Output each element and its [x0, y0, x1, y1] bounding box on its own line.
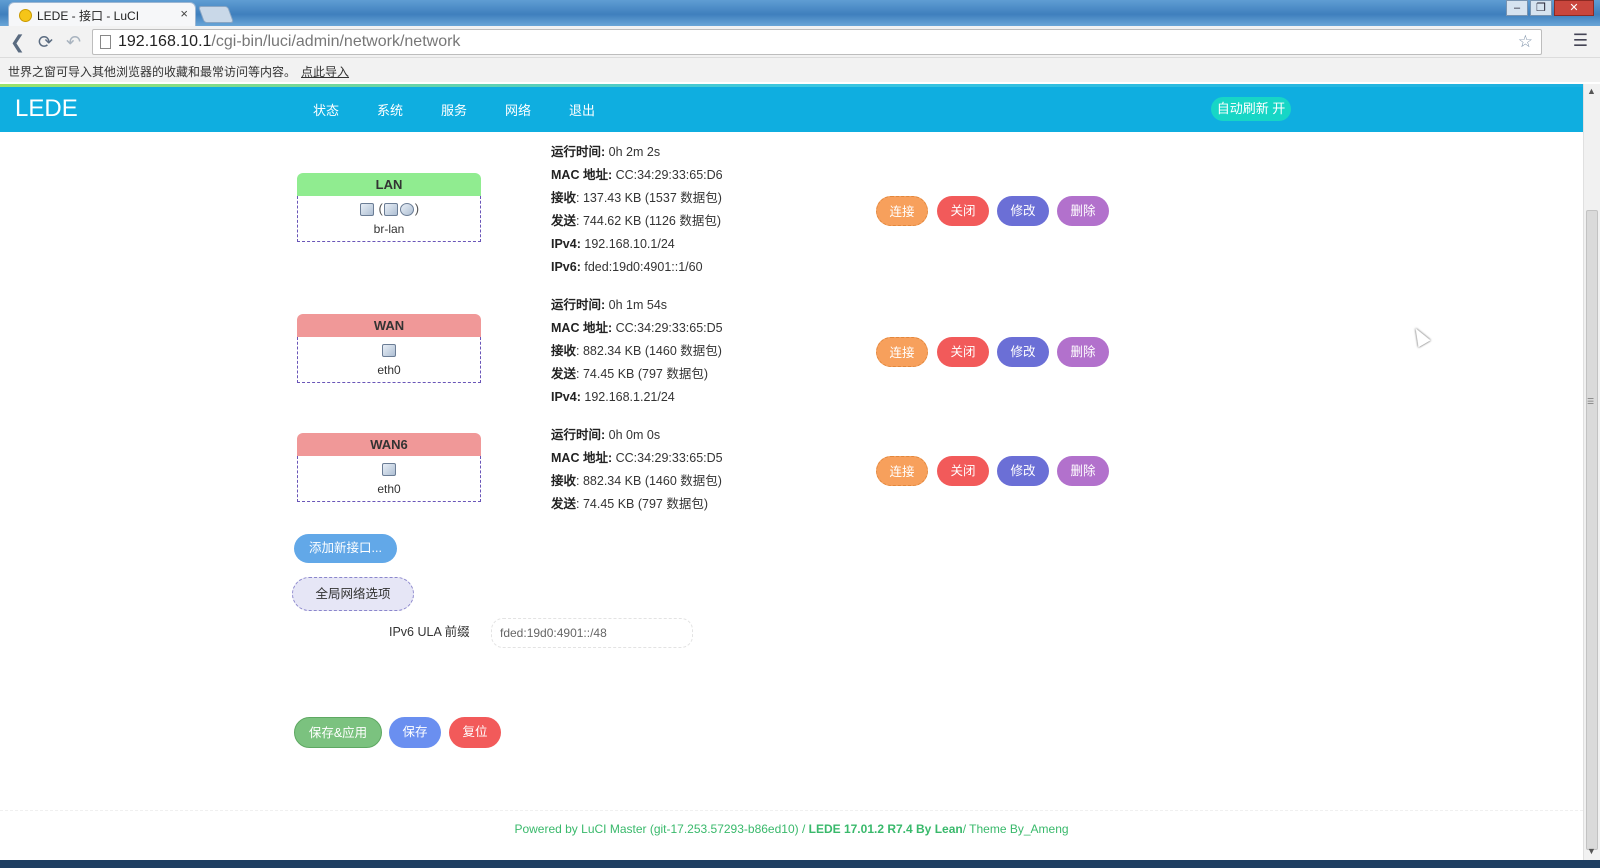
- os-taskbar: [0, 860, 1600, 868]
- interface-stats-lan: 运行时间: 0h 2m 2s MAC 地址: CC:34:29:33:65:D6…: [551, 145, 723, 274]
- page-scrollbar[interactable]: ▲ ☰ ▼: [1583, 84, 1600, 860]
- save-button[interactable]: 保存: [389, 717, 441, 748]
- scroll-grip-icon: ☰: [1587, 397, 1595, 406]
- browser-tab[interactable]: LEDE - 接口 - LuCI ×: [8, 2, 196, 26]
- undo-icon[interactable]: ↶: [66, 32, 81, 53]
- menu-icon[interactable]: ☰: [1573, 31, 1588, 51]
- bookmark-import-link[interactable]: 点此导入: [301, 63, 349, 80]
- minimize-icon[interactable]: –: [1506, 0, 1528, 16]
- interface-device-icons: [298, 456, 480, 482]
- luci-header: LEDE 状态 系统 服务 网络 退出 自动刷新 开: [0, 87, 1583, 132]
- lan-edit-button[interactable]: 修改: [997, 196, 1049, 226]
- wan6-connect-button[interactable]: 连接: [876, 456, 928, 486]
- interface-body: eth0: [297, 337, 481, 383]
- wireless-icon: [399, 203, 414, 217]
- add-interface-button[interactable]: 添加新接口...: [294, 534, 397, 563]
- interface-name: WAN6: [297, 433, 481, 456]
- interface-card-wan6: WAN6 eth0: [297, 433, 481, 502]
- footer-lede-version[interactable]: LEDE 17.01.2 R7.4 By Lean: [809, 822, 963, 836]
- interface-body: eth0: [297, 456, 481, 502]
- interface-card-wan: WAN eth0: [297, 314, 481, 383]
- interface-device: eth0: [377, 482, 401, 496]
- wan-connect-button[interactable]: 连接: [876, 337, 928, 367]
- interface-name: WAN: [297, 314, 481, 337]
- ethernet-icon: [382, 463, 396, 477]
- interface-body: () br-lan: [297, 196, 481, 242]
- browser-titlebar: LEDE - 接口 - LuCI × – ❐ ✕: [0, 0, 1600, 26]
- ethernet-icon: [383, 203, 398, 217]
- tab-title: LEDE - 接口 - LuCI: [37, 9, 140, 23]
- lan-connect-button[interactable]: 连接: [876, 196, 928, 226]
- wan-delete-button[interactable]: 删除: [1057, 337, 1109, 367]
- favicon-icon: [19, 9, 32, 22]
- footer-powered: Powered by LuCI Master (git-17.253.57293…: [514, 822, 809, 836]
- lan-delete-button[interactable]: 删除: [1057, 196, 1109, 226]
- footer-divider: [0, 810, 1583, 811]
- bookmark-import-message: 世界之窗可导入其他浏览器的收藏和最常访问等内容。: [8, 65, 297, 79]
- page-footer: Powered by LuCI Master (git-17.253.57293…: [0, 822, 1583, 836]
- lan-close-button[interactable]: 关闭: [937, 196, 989, 226]
- reload-icon[interactable]: ⟳: [38, 32, 53, 53]
- scroll-up-icon[interactable]: ▲: [1587, 86, 1596, 96]
- footer-theme: / Theme By_Ameng: [962, 822, 1069, 836]
- interface-device: eth0: [377, 363, 401, 377]
- wan-edit-button[interactable]: 修改: [997, 337, 1049, 367]
- interface-device-icons: (): [298, 196, 480, 222]
- interface-card-lan: LAN () br-lan: [297, 173, 481, 242]
- mouse-cursor-icon: [1409, 324, 1431, 348]
- global-network-options-button[interactable]: 全局网络选项: [292, 577, 414, 611]
- new-tab-button[interactable]: [197, 6, 235, 23]
- switch-icon: [359, 203, 374, 217]
- window-close-icon[interactable]: ✕: [1554, 0, 1594, 16]
- nav-status[interactable]: 状态: [313, 100, 339, 119]
- scroll-down-icon[interactable]: ▼: [1587, 846, 1596, 856]
- interface-stats-wan: 运行时间: 0h 1m 54s MAC 地址: CC:34:29:33:65:D…: [551, 298, 723, 404]
- save-apply-button[interactable]: 保存&应用: [294, 717, 382, 748]
- address-bar[interactable]: 192.168.10.1/cgi-bin/luci/admin/network/…: [92, 29, 1542, 55]
- wan6-edit-button[interactable]: 修改: [997, 456, 1049, 486]
- tab-close-icon[interactable]: ×: [180, 6, 188, 21]
- nav-logout[interactable]: 退出: [569, 100, 595, 119]
- back-icon[interactable]: ❮: [10, 32, 25, 53]
- auto-refresh-toggle[interactable]: 自动刷新 开: [1211, 97, 1291, 121]
- interface-name: LAN: [297, 173, 481, 196]
- wan-close-button[interactable]: 关闭: [937, 337, 989, 367]
- window-controls: – ❐ ✕: [1504, 0, 1594, 16]
- reset-button[interactable]: 复位: [449, 717, 501, 748]
- ethernet-icon: [382, 344, 396, 358]
- wan6-delete-button[interactable]: 删除: [1057, 456, 1109, 486]
- nav-system[interactable]: 系统: [377, 100, 403, 119]
- wan6-close-button[interactable]: 关闭: [937, 456, 989, 486]
- url-text: 192.168.10.1/cgi-bin/luci/admin/network/…: [118, 33, 461, 50]
- page-icon: [100, 35, 111, 49]
- interface-device: br-lan: [373, 222, 405, 236]
- restore-icon[interactable]: ❐: [1530, 0, 1552, 16]
- ipv6-ula-label: IPv6 ULA 前缀: [389, 625, 470, 639]
- browser-toolbar: ❮ ⟳ ↶ 192.168.10.1/cgi-bin/luci/admin/ne…: [0, 26, 1600, 58]
- brand-logo[interactable]: LEDE: [15, 95, 78, 123]
- nav-network[interactable]: 网络: [505, 100, 531, 119]
- bookmark-bar: 世界之窗可导入其他浏览器的收藏和最常访问等内容。 点此导入: [0, 58, 1600, 82]
- nav-services[interactable]: 服务: [441, 100, 467, 119]
- ipv6-ula-input[interactable]: [491, 618, 693, 648]
- interface-device-icons: [298, 337, 480, 363]
- interface-stats-wan6: 运行时间: 0h 0m 0s MAC 地址: CC:34:29:33:65:D5…: [551, 428, 723, 511]
- star-icon[interactable]: ☆: [1518, 32, 1533, 52]
- scrollbar-thumb[interactable]: [1586, 210, 1598, 850]
